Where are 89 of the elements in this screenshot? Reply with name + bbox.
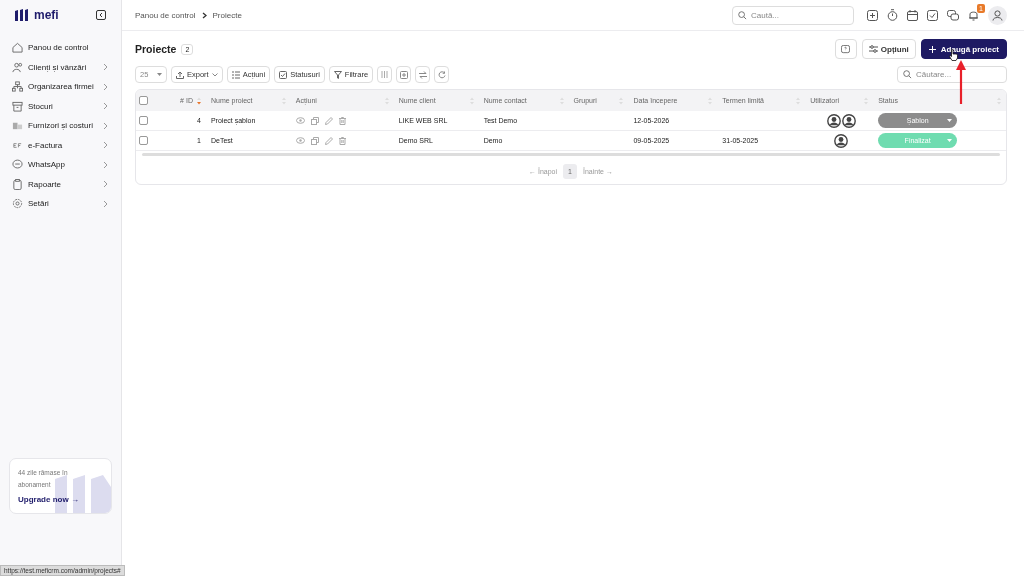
- delete-icon[interactable]: [338, 116, 346, 125]
- sidebar-item[interactable]: Panou de control: [9, 38, 112, 58]
- table-search-field[interactable]: Căutare...: [897, 66, 1007, 83]
- chevron-icon: [103, 160, 108, 169]
- upload-icon: [176, 70, 184, 79]
- logo-icon: [15, 9, 31, 21]
- filter-icon: [333, 70, 342, 79]
- caret-icon: [947, 119, 953, 122]
- add-icon[interactable]: [867, 9, 878, 21]
- plus-icon: [928, 45, 936, 53]
- row-checkbox[interactable]: [139, 116, 148, 125]
- sort-icon[interactable]: [619, 96, 624, 105]
- expand-button[interactable]: [396, 66, 412, 83]
- caret-icon: [947, 139, 953, 142]
- sort-icon[interactable]: [384, 96, 389, 105]
- calendar-icon[interactable]: [907, 9, 918, 21]
- sidebar-item[interactable]: Furnizori și costuri: [9, 116, 112, 136]
- add-project-button[interactable]: Adaugă proiect: [920, 39, 1007, 59]
- row-checkbox[interactable]: [139, 136, 148, 145]
- caret-icon: [157, 73, 162, 76]
- notification-icon[interactable]: [968, 9, 979, 21]
- sort-icon[interactable]: [559, 96, 564, 105]
- sort-icon[interactable]: [469, 96, 474, 105]
- checkbox-icon: [279, 70, 288, 79]
- sidebar-item[interactable]: Stocuri: [9, 96, 112, 116]
- sidebar-item[interactable]: WhatsApp: [9, 155, 112, 175]
- breadcrumb-item[interactable]: Panou de control: [135, 10, 196, 20]
- sliders-icon: [868, 45, 878, 53]
- copy-icon[interactable]: [310, 116, 319, 125]
- upgrade-link[interactable]: Upgrade now →: [18, 495, 79, 504]
- columns-button[interactable]: [377, 66, 393, 83]
- sort-icon[interactable]: [196, 96, 201, 105]
- clipboard-icon: [12, 178, 23, 190]
- chevron-icon: [103, 141, 108, 150]
- page-title: Proiecte: [135, 43, 177, 55]
- sort-icon[interactable]: [864, 96, 869, 105]
- refresh-button[interactable]: [434, 66, 450, 83]
- edit-icon[interactable]: [324, 136, 333, 145]
- chat-icon[interactable]: [947, 9, 959, 21]
- user-avatar-icon[interactable]: [988, 5, 1007, 25]
- chevron-icon: [103, 199, 108, 208]
- search-field[interactable]: Caută...: [732, 5, 854, 25]
- help-icon: [841, 44, 851, 54]
- task-icon[interactable]: [927, 9, 938, 21]
- chevron-icon: [103, 180, 108, 189]
- logo-text: mefi: [34, 8, 59, 22]
- user-avatar-icon: [841, 113, 856, 128]
- building-icon: [12, 120, 23, 132]
- settings-icon: [12, 198, 23, 210]
- view-icon[interactable]: [295, 117, 305, 124]
- collapse-icon[interactable]: [96, 10, 106, 20]
- swap-icon: [418, 70, 427, 79]
- select-all-checkbox[interactable]: [139, 96, 148, 105]
- sidebar-item[interactable]: e-Factura: [9, 135, 112, 155]
- hierarchy-icon: [12, 81, 23, 93]
- columns-icon: [381, 71, 389, 78]
- sort-icon[interactable]: [796, 96, 801, 105]
- swap-button[interactable]: [415, 66, 431, 83]
- edit-icon[interactable]: [324, 116, 333, 125]
- plus-square-icon: [399, 70, 408, 79]
- timer-icon[interactable]: [887, 9, 898, 21]
- user-avatar-icon: [834, 133, 849, 148]
- help-button[interactable]: [834, 39, 857, 59]
- options-button[interactable]: Opțiuni: [861, 39, 916, 59]
- chat-icon: [12, 159, 23, 171]
- chevron-icon: [103, 63, 108, 72]
- chevron-icon: [201, 11, 207, 19]
- sidebar-item[interactable]: Rapoarte: [9, 174, 112, 194]
- delete-icon[interactable]: [338, 136, 346, 145]
- sidebar-item[interactable]: Organizarea firmei: [9, 77, 112, 97]
- home-icon: [12, 42, 23, 54]
- chevron-down-icon: [211, 72, 218, 77]
- user-avatar-icon: [826, 113, 841, 128]
- view-icon[interactable]: [295, 137, 305, 144]
- users-icon: [12, 61, 23, 73]
- refresh-icon: [437, 70, 446, 79]
- annotation-arrow: [956, 60, 966, 104]
- sidebar-item[interactable]: Setări: [9, 194, 112, 214]
- box-icon: [12, 100, 23, 112]
- sort-icon[interactable]: [708, 96, 713, 105]
- chevron-icon: [103, 102, 108, 111]
- copy-icon[interactable]: [310, 136, 319, 145]
- sidebar-item[interactable]: Clienți și vânzări: [9, 57, 112, 77]
- sort-icon[interactable]: [281, 96, 286, 105]
- chevron-icon: [103, 82, 108, 91]
- breadcrumb-item: Proiecte: [212, 10, 242, 20]
- list-icon: [231, 70, 240, 79]
- scrollbar[interactable]: [142, 153, 1000, 156]
- chevron-icon: [103, 121, 108, 130]
